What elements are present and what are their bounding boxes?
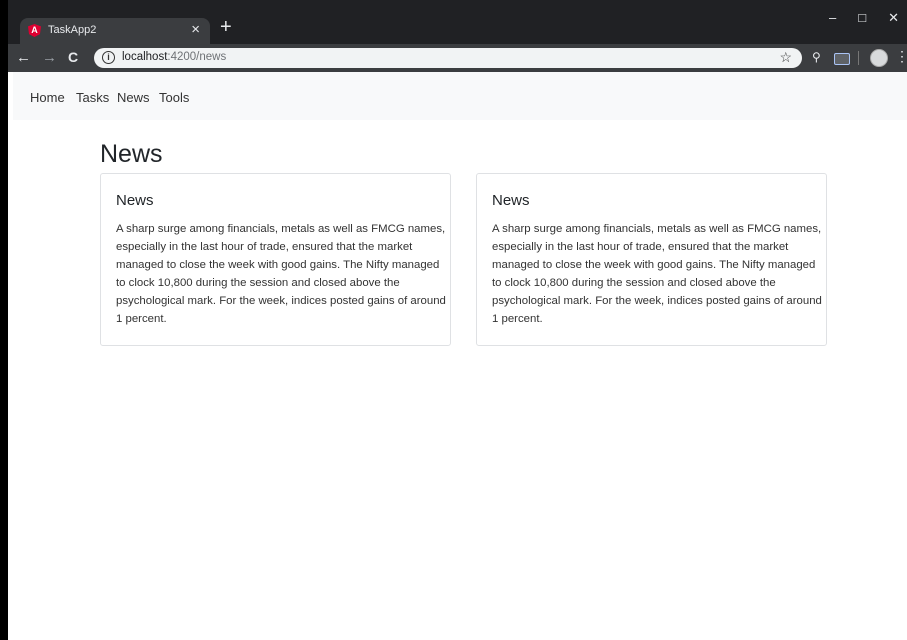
tab-title: TaskApp2 bbox=[48, 24, 97, 36]
profile-avatar-icon[interactable] bbox=[870, 49, 888, 67]
card-text: A sharp surge among financials, metals a… bbox=[116, 223, 446, 325]
url-text[interactable]: localhost:4200/news bbox=[122, 51, 226, 63]
extension-icon[interactable] bbox=[834, 53, 850, 65]
card-text: A sharp surge among financials, metals a… bbox=[492, 223, 822, 325]
card-title: News bbox=[492, 192, 530, 209]
back-button[interactable]: ← bbox=[16, 49, 31, 66]
browser-chrome: A TaskApp2 × + – □ ✕ ← → C i localhost:4… bbox=[8, 0, 907, 72]
page-viewport: Home Tasks News Tools News News A sharp … bbox=[8, 72, 907, 640]
angular-icon: A bbox=[28, 24, 41, 37]
browser-tab[interactable]: A TaskApp2 × bbox=[20, 18, 210, 44]
close-window-button[interactable]: ✕ bbox=[888, 10, 899, 26]
toolbar-separator bbox=[858, 51, 859, 65]
nav-link-tasks[interactable]: Tasks bbox=[76, 90, 109, 105]
forward-button[interactable]: → bbox=[42, 49, 57, 66]
maximize-button[interactable]: □ bbox=[858, 10, 866, 26]
nav-link-tools[interactable]: Tools bbox=[159, 90, 189, 105]
nav-link-home[interactable]: Home bbox=[30, 90, 65, 105]
nav-link-news[interactable]: News bbox=[117, 90, 150, 105]
page-title: News bbox=[100, 140, 163, 168]
new-tab-button[interactable]: + bbox=[220, 16, 232, 39]
window-controls: – □ ✕ bbox=[829, 10, 899, 26]
url-host: localhost bbox=[122, 51, 168, 63]
menu-icon[interactable]: ⋮ bbox=[895, 48, 907, 65]
news-card: News A sharp surge among financials, met… bbox=[100, 173, 451, 346]
close-tab-icon[interactable]: × bbox=[191, 21, 200, 38]
browser-toolbar: ← → C i localhost:4200/news ☆ ⚲ ⋮ bbox=[8, 44, 907, 72]
info-icon[interactable]: i bbox=[102, 51, 115, 64]
bookmark-star-icon[interactable]: ☆ bbox=[779, 49, 792, 66]
address-bar[interactable]: i localhost:4200/news ☆ bbox=[94, 48, 802, 68]
minimize-button[interactable]: – bbox=[829, 10, 836, 26]
card-title: News bbox=[116, 192, 154, 209]
news-card: News A sharp surge among financials, met… bbox=[476, 173, 827, 346]
key-extension-icon[interactable]: ⚲ bbox=[812, 50, 821, 64]
navbar: Home Tasks News Tools bbox=[13, 72, 907, 120]
url-path: :4200/news bbox=[167, 51, 227, 63]
reload-button[interactable]: C bbox=[68, 49, 78, 65]
title-bar bbox=[8, 0, 907, 10]
